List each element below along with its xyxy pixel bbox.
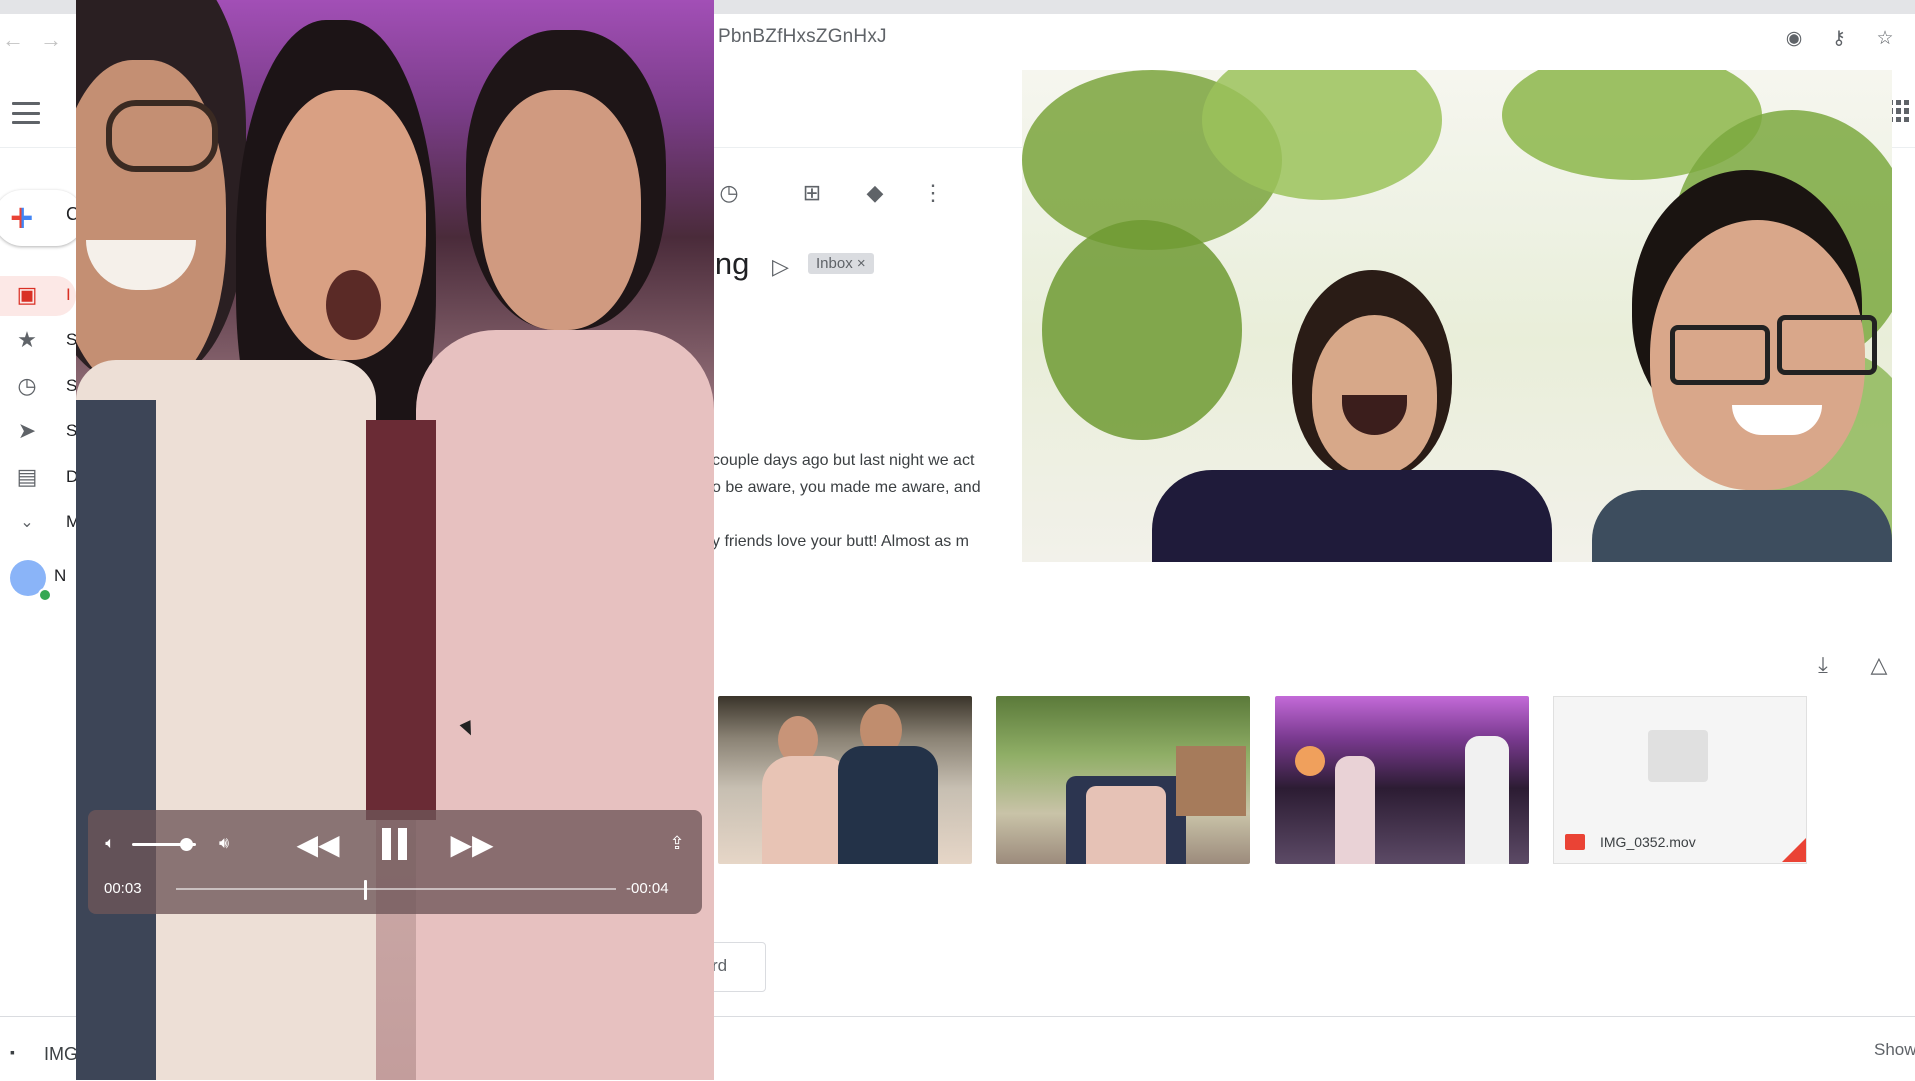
email-body-line: o be aware, you made me aware, and <box>712 479 981 496</box>
main-menu-icon[interactable] <box>12 102 40 124</box>
compose-plus-icon: + <box>10 196 34 240</box>
attachment-thumbnail[interactable] <box>1275 696 1529 864</box>
elapsed-time: 00:03 <box>104 880 142 897</box>
important-marker-icon[interactable]: ▷ <box>772 254 789 280</box>
forward-label[interactable]: rd <box>712 956 727 976</box>
back-icon[interactable]: ← <box>2 27 24 53</box>
email-subject: ing <box>708 246 750 281</box>
movie-icon <box>1565 834 1585 850</box>
volume-low-icon[interactable]: 🔈︎ <box>100 834 120 854</box>
user-name: N <box>54 566 67 585</box>
clock-icon[interactable]: ◷ <box>14 373 40 399</box>
rewind-icon[interactable]: ◀◀ <box>296 828 340 860</box>
playback-scrubber[interactable] <box>176 888 616 890</box>
inbox-label-badge[interactable]: Inbox × <box>808 253 874 274</box>
snooze-icon[interactable]: ◷ <box>714 178 744 208</box>
online-status-dot <box>38 588 52 602</box>
download-item-icon: ▪ <box>10 1044 15 1060</box>
eye-icon[interactable]: ◉ <box>1781 28 1807 49</box>
send-icon[interactable]: ➤ <box>14 418 40 444</box>
video-player[interactable] <box>76 0 714 1080</box>
label-icon[interactable]: ◆ <box>860 178 890 208</box>
download-item[interactable]: IMG <box>44 1044 78 1065</box>
url-text[interactable]: PbnBZfHxsZGnHxJ <box>718 26 887 48</box>
drive-icon[interactable]: △ <box>1864 650 1894 680</box>
share-icon[interactable]: ⇪ <box>664 830 690 856</box>
more-icon[interactable]: ⋮ <box>918 178 948 208</box>
inline-photo[interactable] <box>1022 70 1892 562</box>
key-icon[interactable]: ⚷ <box>1826 28 1852 49</box>
volume-high-icon[interactable]: 🔊︎ <box>208 832 240 856</box>
email-body-line: couple days ago but last night we act <box>712 452 975 469</box>
forward-icon[interactable]: → <box>40 27 62 53</box>
fast-forward-icon[interactable]: ▶▶ <box>450 828 494 860</box>
sidebar-item-label: I <box>66 285 71 304</box>
remaining-time: -00:04 <box>626 880 669 897</box>
draft-icon[interactable]: ▤ <box>14 464 40 490</box>
video-file-icon <box>1648 730 1708 782</box>
show-all-link[interactable]: Show <box>1874 1040 1915 1060</box>
attachment-thumbnail[interactable] <box>718 696 972 864</box>
file-corner-icon <box>1782 838 1806 862</box>
pause-icon[interactable] <box>376 824 412 864</box>
email-body-line: y friends love your butt! Almost as m <box>712 533 969 550</box>
chevron-down-icon[interactable]: ⌄ <box>14 509 40 535</box>
download-all-icon[interactable]: ⤓ <box>1808 650 1838 680</box>
star-icon[interactable]: ★ <box>14 327 40 353</box>
attachment-filename: IMG_0352.mov <box>1600 834 1696 850</box>
attachment-thumbnail[interactable] <box>996 696 1250 864</box>
inbox-icon: ▣ <box>16 282 38 307</box>
star-icon[interactable]: ☆ <box>1872 28 1898 49</box>
scrubber-handle[interactable] <box>364 880 368 900</box>
move-to-icon[interactable]: ⊞ <box>797 178 827 208</box>
